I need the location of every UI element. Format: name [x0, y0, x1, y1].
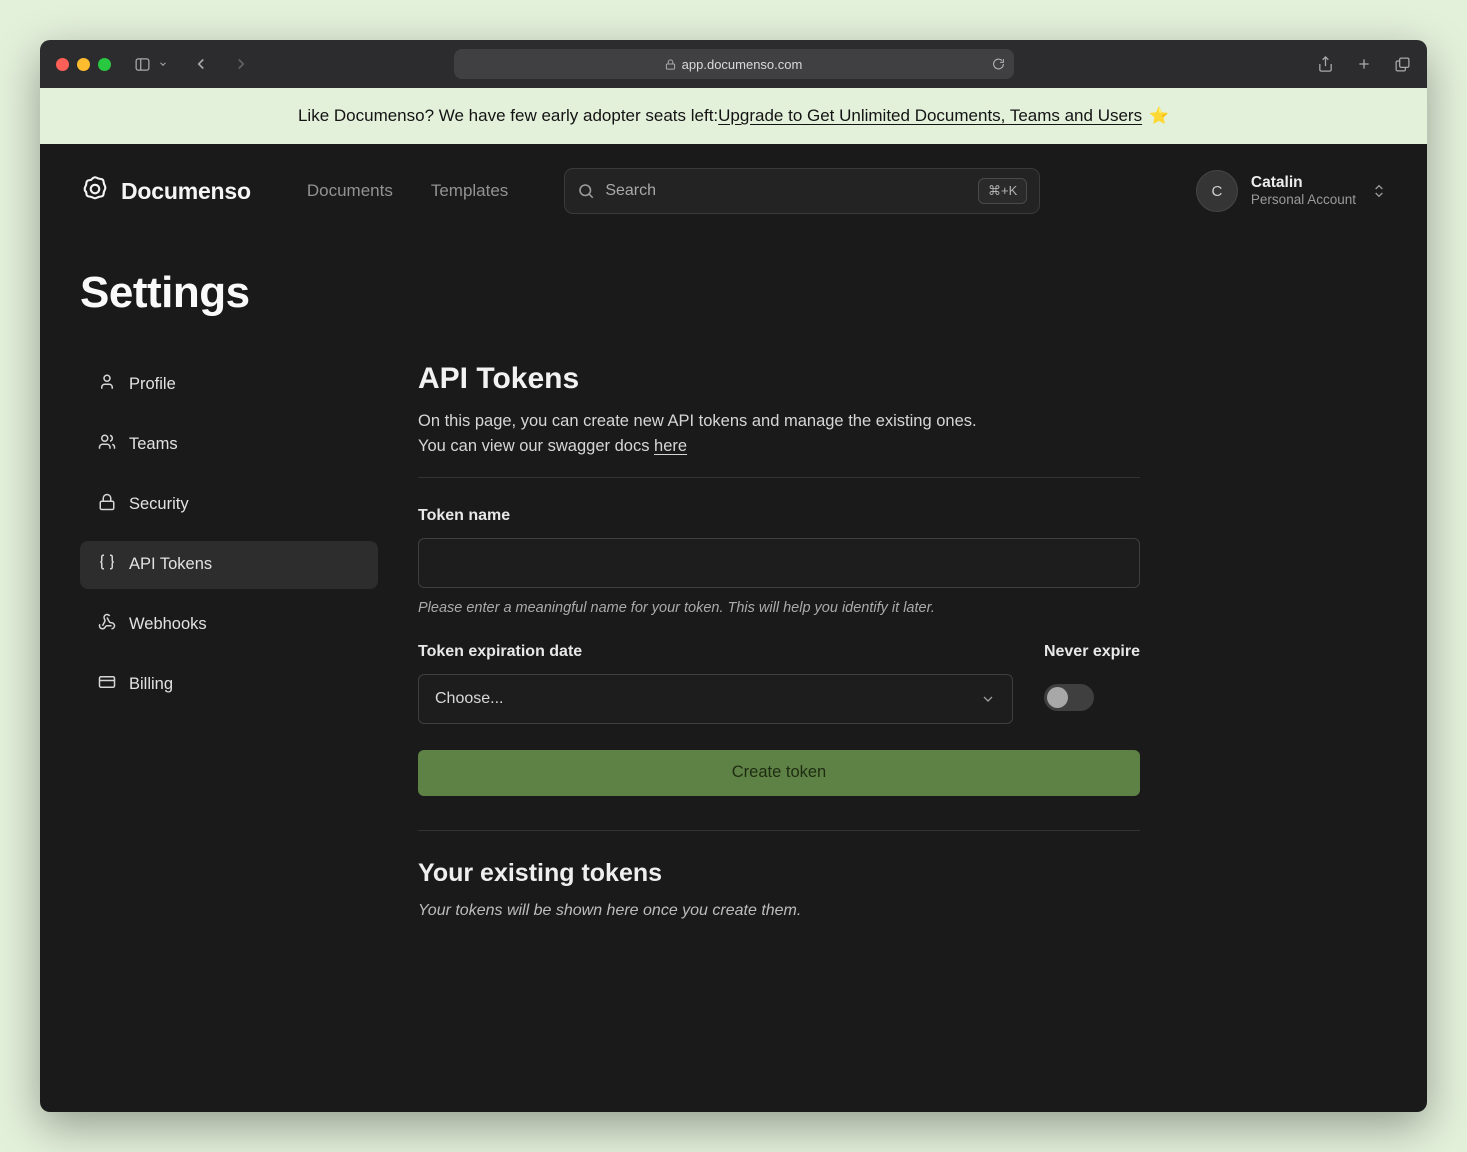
braces-icon [98, 553, 116, 576]
divider [418, 830, 1140, 831]
credit-card-icon [98, 673, 116, 696]
api-tokens-description: On this page, you can create new API tok… [418, 409, 1140, 459]
sidebar-item-api-tokens[interactable]: API Tokens [80, 541, 378, 589]
existing-tokens-title: Your existing tokens [418, 859, 1140, 888]
token-name-label: Token name [418, 506, 1140, 526]
refresh-icon[interactable] [992, 58, 1005, 71]
lock-icon [665, 59, 676, 70]
nav-item-templates[interactable]: Templates [431, 181, 508, 201]
token-name-input[interactable] [418, 538, 1140, 588]
user-icon [98, 373, 116, 396]
api-tokens-panel: API Tokens On this page, you can create … [418, 361, 1140, 920]
sidebar-toggle-icon[interactable] [133, 56, 152, 73]
back-button[interactable] [192, 55, 210, 73]
chevrons-up-down-icon [1371, 183, 1387, 199]
documenso-logo-icon [80, 174, 110, 209]
documenso-app: Documenso Documents Templates Search ⌘+K… [40, 144, 1427, 1112]
chevron-down-icon [980, 691, 996, 707]
sidebar-item-label: Billing [129, 675, 173, 694]
users-icon [98, 433, 116, 456]
traffic-lights [56, 58, 111, 71]
browser-window: app.documenso.com Like Documenso? We hav… [40, 40, 1427, 1112]
close-window-button[interactable] [56, 58, 69, 71]
sidebar-item-teams[interactable]: Teams [80, 421, 378, 469]
sidebar-item-webhooks[interactable]: Webhooks [80, 601, 378, 649]
sidebar-item-label: Webhooks [129, 615, 207, 634]
expiration-select-value: Choose... [435, 690, 503, 708]
user-menu[interactable]: C Catalin Personal Account [1196, 170, 1387, 212]
token-name-hint: Please enter a meaningful name for your … [418, 600, 1140, 616]
brand-name: Documenso [121, 178, 251, 205]
webhook-icon [98, 613, 116, 636]
page-title: Settings [80, 268, 1387, 319]
url-bar[interactable]: app.documenso.com [454, 49, 1014, 79]
search-placeholder: Search [605, 182, 968, 200]
new-tab-plus-icon[interactable] [1356, 56, 1372, 72]
swagger-docs-link[interactable]: here [654, 437, 687, 455]
url-text: app.documenso.com [682, 57, 803, 72]
zoom-window-button[interactable] [98, 58, 111, 71]
sidebar-item-security[interactable]: Security [80, 481, 378, 529]
search-shortcut-badge: ⌘+K [978, 178, 1027, 204]
banner-upgrade-link[interactable]: Upgrade to Get Unlimited Documents, Team… [718, 106, 1142, 126]
sidebar-chevron-down-icon[interactable] [158, 59, 168, 69]
search-icon [577, 182, 595, 200]
create-token-button[interactable]: Create token [418, 750, 1140, 796]
never-expire-label: Never expire [1044, 642, 1140, 662]
sidebar-item-label: API Tokens [129, 555, 212, 574]
settings-nav: Profile Teams Security [80, 361, 378, 920]
tab-overview-icon[interactable] [1394, 56, 1411, 73]
expiration-date-label: Token expiration date [418, 642, 1013, 662]
browser-toolbar: app.documenso.com [40, 40, 1427, 88]
top-nav: Documents Templates [307, 181, 508, 201]
banner-text: Like Documenso? We have few early adopte… [298, 106, 718, 126]
existing-tokens-empty-text: Your tokens will be shown here once you … [418, 902, 1140, 920]
description-line-2: You can view our swagger docs [418, 437, 654, 455]
avatar: C [1196, 170, 1238, 212]
brand[interactable]: Documenso [80, 174, 251, 209]
description-line-1: On this page, you can create new API tok… [418, 412, 977, 430]
promo-banner: Like Documenso? We have few early adopte… [40, 88, 1427, 144]
lock-icon [98, 493, 116, 516]
sidebar-item-label: Security [129, 495, 189, 514]
toggle-knob [1047, 687, 1068, 708]
sidebar-item-profile[interactable]: Profile [80, 361, 378, 409]
nav-item-documents[interactable]: Documents [307, 181, 393, 201]
search-bar[interactable]: Search ⌘+K [564, 168, 1040, 214]
forward-button[interactable] [232, 55, 250, 73]
expiration-select[interactable]: Choose... [418, 674, 1013, 724]
sidebar-item-billing[interactable]: Billing [80, 661, 378, 709]
star-icon: ⭐ [1149, 106, 1169, 126]
share-icon[interactable] [1317, 55, 1334, 73]
sidebar-item-label: Teams [129, 435, 178, 454]
divider [418, 477, 1140, 478]
user-account-type: Personal Account [1251, 192, 1356, 209]
sidebar-item-label: Profile [129, 375, 176, 394]
never-expire-toggle[interactable] [1044, 684, 1094, 711]
minimize-window-button[interactable] [77, 58, 90, 71]
user-name: Catalin [1251, 173, 1356, 192]
app-header: Documenso Documents Templates Search ⌘+K… [40, 144, 1427, 232]
api-tokens-title: API Tokens [418, 361, 1140, 397]
